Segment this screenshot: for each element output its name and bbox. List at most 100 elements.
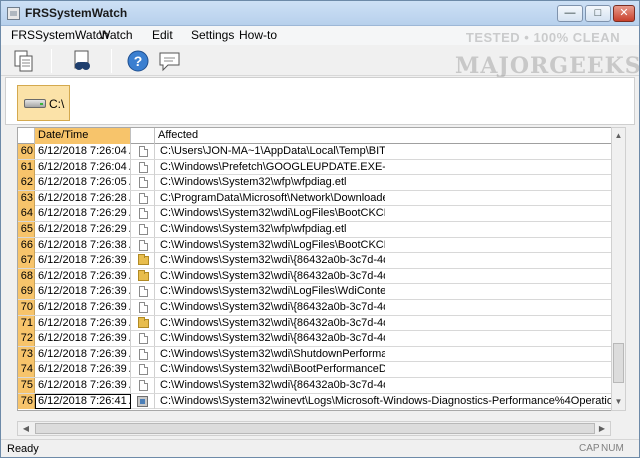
status-text: Ready xyxy=(7,443,39,455)
table-row[interactable]: 646/12/2018 7:26:29 AM C:\Windows\System3… xyxy=(18,206,625,222)
events-grid: Date/Time Affected 606/12/2018 7:26:04 A… xyxy=(17,127,626,411)
num-lock-indicator: NUM xyxy=(601,443,624,454)
menu-frssystemwatch[interactable]: FRSSystemWatch xyxy=(11,28,109,42)
row-date-time: 6/12/2018 7:26:38 AM xyxy=(35,237,131,253)
table-row[interactable]: 746/12/2018 7:26:39 AM C:\Windows\System3… xyxy=(18,362,625,378)
vertical-scrollbar[interactable]: ▲ ▼ xyxy=(611,127,626,411)
toolbar: ? xyxy=(1,45,639,76)
row-number: 61 xyxy=(18,159,35,175)
folder-icon xyxy=(138,269,149,281)
event-log-icon xyxy=(137,395,148,407)
folder-icon xyxy=(138,316,149,328)
row-affected-path: C:\Windows\System32\wdi\{86432a0b-3c7d-4… xyxy=(160,316,385,329)
scroll-left-arrow[interactable]: ◀ xyxy=(18,422,34,435)
row-affected-path: C:\ProgramData\Microsoft\Network\Downloa… xyxy=(160,191,385,204)
scroll-right-arrow[interactable]: ▶ xyxy=(594,422,610,435)
file-icon xyxy=(139,208,148,220)
title-bar[interactable]: FRSSystemWatch — □ ✕ xyxy=(1,1,639,26)
horizontal-scroll-thumb[interactable] xyxy=(35,423,595,434)
scroll-up-arrow[interactable]: ▲ xyxy=(612,128,625,144)
table-row[interactable]: 606/12/2018 7:26:04 AM C:\Users\JON-MA~1\… xyxy=(18,144,625,160)
status-bar: Ready CAP NUM xyxy=(1,439,639,457)
row-affected-path: C:\Windows\System32\wdi\ShutdownPerforma… xyxy=(160,347,385,360)
row-date-time: 6/12/2018 7:26:05 AM xyxy=(35,175,131,191)
header-affected[interactable]: Affected xyxy=(155,128,625,144)
row-icon-cell xyxy=(131,331,155,347)
table-row[interactable]: 636/12/2018 7:26:28 AM C:\ProgramData\Mic… xyxy=(18,190,625,207)
row-affected-path: C:\Windows\System32\wdi\LogFiles\BootCKC… xyxy=(160,207,385,220)
row-icon-cell xyxy=(131,299,155,315)
row-icon-cell xyxy=(131,362,155,378)
table-row[interactable]: 706/12/2018 7:26:39 AM C:\Windows\System3… xyxy=(18,299,625,316)
row-date-time: 6/12/2018 7:26:39 AM xyxy=(35,346,131,362)
header-row-number[interactable] xyxy=(18,128,35,144)
close-button[interactable]: ✕ xyxy=(613,5,635,22)
file-icon xyxy=(139,379,148,391)
row-number: 65 xyxy=(18,221,35,237)
table-row[interactable]: 696/12/2018 7:26:39 AM C:\Windows\System3… xyxy=(18,284,625,300)
row-affected-path: C:\Users\JON-MA~1\AppData\Local\Temp\BIT… xyxy=(160,145,385,157)
menu-watch[interactable]: Watch xyxy=(99,28,133,42)
document-icon[interactable] xyxy=(11,48,37,74)
speech-bubble-icon[interactable] xyxy=(157,48,183,74)
file-icon xyxy=(139,333,148,345)
menu-how-to[interactable]: How-to xyxy=(239,28,277,42)
row-number: 72 xyxy=(18,331,35,347)
table-row[interactable]: 726/12/2018 7:26:39 AM C:\Windows\System3… xyxy=(18,331,625,347)
row-number: 73 xyxy=(18,346,35,362)
row-date-time: 6/12/2018 7:26:39 AM xyxy=(35,284,131,300)
table-row[interactable]: 766/12/2018 7:26:41 AM C:\Windows\System3… xyxy=(18,393,625,410)
menu-edit[interactable]: Edit xyxy=(152,28,173,42)
row-affected-path: C:\Windows\System32\wdi\{86432a0b-3c7d-4… xyxy=(160,254,385,267)
row-number: 64 xyxy=(18,206,35,222)
row-date-time: 6/12/2018 7:26:04 AM xyxy=(35,144,131,159)
row-affected-path: C:\Windows\System32\wdi\LogFiles\BootCKC… xyxy=(160,238,385,251)
row-affected-path: C:\Windows\System32\wdi\{86432a0b-3c7d-4… xyxy=(160,332,385,345)
header-date-time[interactable]: Date/Time xyxy=(35,128,131,144)
row-date-time: 6/12/2018 7:26:41 AM xyxy=(35,393,131,409)
table-row[interactable]: 616/12/2018 7:26:04 AM C:\Windows\Prefetc… xyxy=(18,159,625,176)
file-icon xyxy=(139,161,148,173)
table-row[interactable]: 756/12/2018 7:26:39 AM C:\Windows\System3… xyxy=(18,377,625,394)
row-number: 71 xyxy=(18,315,35,331)
drive-tile[interactable]: C:\ xyxy=(17,85,70,121)
row-affected-path: C:\Windows\System32\wdi\BootPerformanceD… xyxy=(160,363,385,376)
row-affected-path: C:\Windows\System32\wfp\wfpdiag.etl xyxy=(160,222,347,235)
vertical-scroll-thumb[interactable] xyxy=(613,343,624,383)
row-date-time: 6/12/2018 7:26:39 AM xyxy=(35,299,131,315)
horizontal-scrollbar[interactable]: ◀ ▶ xyxy=(17,421,611,436)
row-number: 76 xyxy=(18,393,35,409)
table-row[interactable]: 666/12/2018 7:26:38 AM C:\Windows\System3… xyxy=(18,237,625,254)
row-icon-cell xyxy=(131,237,155,253)
menu-settings[interactable]: Settings xyxy=(191,28,234,42)
binoculars-icon[interactable] xyxy=(69,48,95,74)
app-window: FRSSystemWatch — □ ✕ FRSSystemWatch Watc… xyxy=(0,0,640,458)
table-row[interactable]: 686/12/2018 7:26:39 AM C:\Windows\System3… xyxy=(18,268,625,285)
row-affected-path: C:\Windows\System32\wfp\wfpdiag.etl xyxy=(160,176,347,189)
header-icon[interactable] xyxy=(131,128,155,144)
row-icon-cell xyxy=(131,253,155,269)
row-date-time: 6/12/2018 7:26:39 AM xyxy=(35,377,131,393)
table-row[interactable]: 716/12/2018 7:26:39 AM C:\Windows\System3… xyxy=(18,315,625,332)
row-number: 62 xyxy=(18,175,35,191)
row-date-time: 6/12/2018 7:26:29 AM xyxy=(35,206,131,222)
row-date-time: 6/12/2018 7:26:28 AM xyxy=(35,190,131,206)
table-row[interactable]: 656/12/2018 7:26:29 AM C:\Windows\System3… xyxy=(18,221,625,238)
hard-drive-icon xyxy=(24,99,46,108)
file-icon xyxy=(139,192,148,204)
file-icon xyxy=(139,364,148,376)
table-row[interactable]: 676/12/2018 7:26:39 AM C:\Windows\System3… xyxy=(18,253,625,269)
minimize-button[interactable]: — xyxy=(557,5,583,22)
row-date-time: 6/12/2018 7:26:39 AM xyxy=(35,362,131,378)
row-number: 69 xyxy=(18,284,35,300)
help-icon[interactable]: ? xyxy=(125,48,151,74)
table-row[interactable]: 736/12/2018 7:26:39 AM C:\Windows\System3… xyxy=(18,346,625,363)
maximize-button[interactable]: □ xyxy=(585,5,611,22)
row-icon-cell xyxy=(131,268,155,284)
row-icon-cell xyxy=(131,377,155,393)
row-number: 63 xyxy=(18,190,35,206)
row-affected-path: C:\Windows\Prefetch\GOOGLEUPDATE.EXE-648… xyxy=(160,160,385,173)
table-row[interactable]: 626/12/2018 7:26:05 AM C:\Windows\System3… xyxy=(18,175,625,191)
file-icon xyxy=(139,223,148,235)
scroll-down-arrow[interactable]: ▼ xyxy=(612,394,625,410)
